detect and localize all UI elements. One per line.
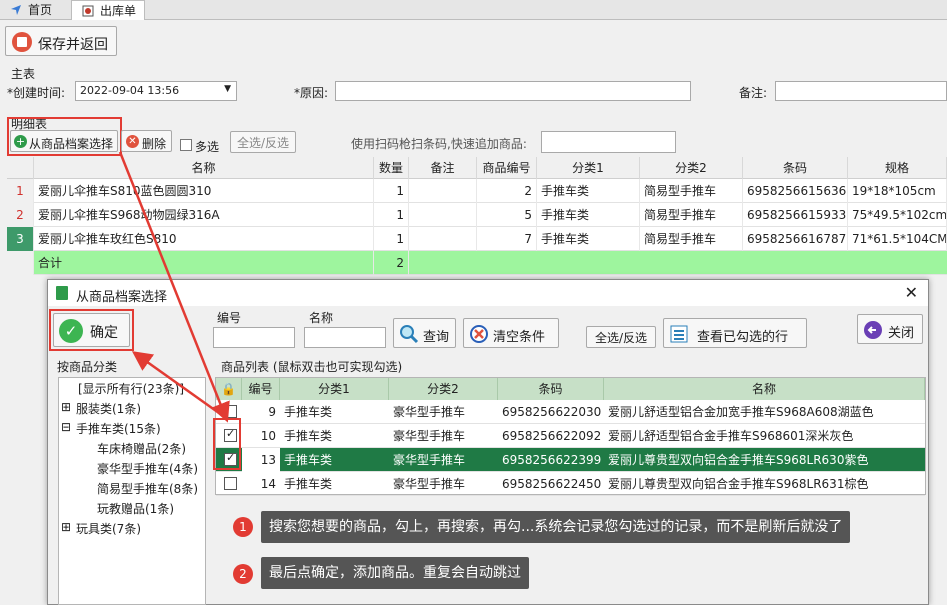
arrow-to-checkboxes [118, 151, 230, 423]
annotation-arrows [118, 151, 230, 423]
